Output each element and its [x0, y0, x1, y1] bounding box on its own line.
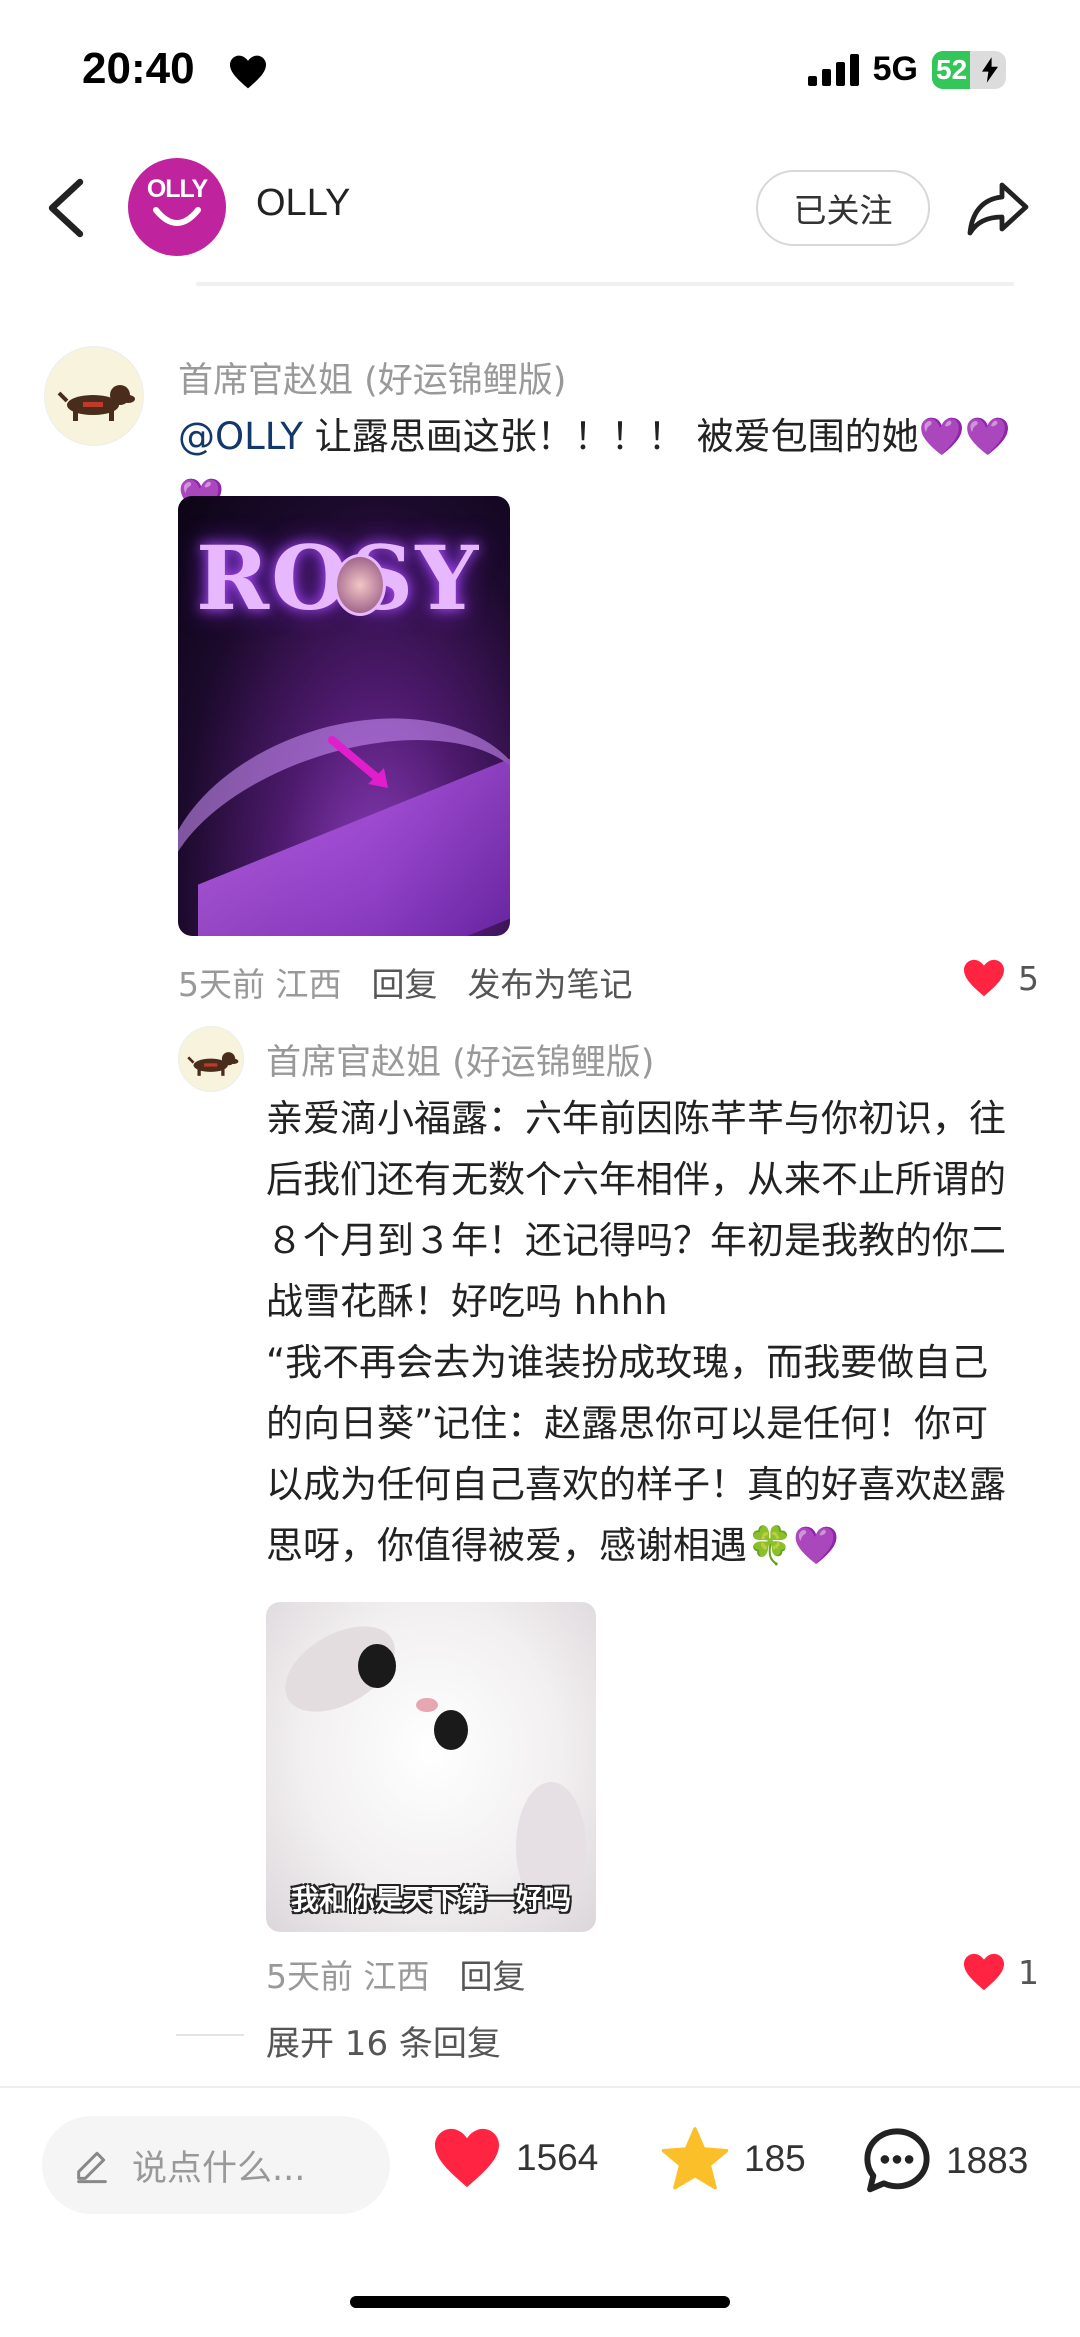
mention-link[interactable]: @OLLY	[178, 415, 303, 458]
bunny-nose	[416, 1698, 438, 1712]
smile-logo-icon	[153, 207, 201, 226]
signal-icon	[807, 53, 859, 86]
share-icon[interactable]	[966, 180, 1030, 238]
reply-text-line: 战雪花酥！好吃吗 hhhh	[266, 1280, 668, 1323]
comment-username[interactable]: 首席官赵姐 (好运锦鲤版)	[178, 352, 566, 403]
reply-text-line: 后我们还有无数个六年相伴，从来不止所谓的	[266, 1158, 1006, 1201]
heart-icon	[964, 959, 1004, 997]
status-right: 5G 52	[807, 50, 1006, 89]
comment-count: 1883	[946, 2140, 1029, 2181]
status-bar: 20:40 5G 52	[0, 0, 1080, 140]
bunny-eye-right	[434, 1710, 468, 1750]
like-button[interactable]: 1564	[432, 2126, 598, 2190]
reply-image-caption: 我和你是天下第一好吗	[290, 1883, 571, 1916]
comment-like-button[interactable]: 5	[962, 958, 1039, 998]
comment-input[interactable]: 说点什么...	[42, 2116, 390, 2214]
network-type: 5G	[872, 50, 918, 88]
reply-text-line: ８个月到３年！还记得吗？年初是我教的你二	[266, 1219, 1006, 1262]
expand-replies-button[interactable]: 展开 16 条回复	[266, 2016, 501, 2065]
collect-button[interactable]: 185	[660, 2126, 806, 2192]
reply-reply-button[interactable]: 回复	[460, 1950, 526, 1998]
reply-meta: 5天前 江西 回复	[266, 1950, 526, 1998]
reply-text-line: 以成为任何自己喜欢的样子！真的好喜欢赵露	[266, 1463, 1006, 1506]
comments-button[interactable]: 1883	[862, 2126, 1028, 2196]
image-arrow-icon	[328, 736, 388, 788]
reply-image[interactable]: 我和你是天下第一好吗	[266, 1602, 596, 1932]
reply-text-line: 思呀，你值得被爱，感谢相遇🍀💜	[266, 1524, 840, 1567]
expand-line	[176, 2034, 244, 2036]
follow-button[interactable]: 已关注	[756, 170, 930, 246]
reply-button[interactable]: 回复	[372, 958, 438, 1006]
like-count: 1564	[516, 2137, 599, 2178]
heart-icon	[964, 1953, 1004, 1991]
reply-avatar[interactable]	[178, 1026, 244, 1092]
bunny-eye-left	[358, 1644, 396, 1688]
home-indicator[interactable]	[350, 2296, 730, 2308]
reply-text-line: 的向日葵”记住：赵露思你可以是任何！你可	[266, 1402, 989, 1445]
reply-text: 亲爱滴小福露：六年前因陈芊芊与你初识，往 后我们还有无数个六年相伴，从来不止所谓…	[266, 1088, 1056, 1576]
heart-icon	[435, 2128, 499, 2188]
dachshund-icon	[57, 385, 135, 421]
chat-bubble-icon	[864, 2128, 930, 2193]
publish-as-note-button[interactable]: 发布为笔记	[468, 958, 633, 1006]
comment-time: 5天前 江西	[178, 965, 342, 1004]
brand-avatar[interactable]: OLLY	[128, 158, 226, 256]
divider	[196, 282, 1014, 286]
reply-text-line: 亲爱滴小福露：六年前因陈芊芊与你初识，往	[266, 1097, 1006, 1140]
dachshund-icon	[187, 1052, 239, 1076]
pencil-icon	[77, 2151, 107, 2184]
reply-username[interactable]: 首席官赵姐 (好运锦鲤版)	[266, 1034, 654, 1085]
image-portrait	[334, 554, 386, 616]
reply-text-line: “我不再会去为谁装扮成玫瑰，而我要做自己	[266, 1341, 989, 1384]
comment-like-count: 5	[1018, 958, 1039, 998]
page-title[interactable]: OLLY	[256, 182, 350, 225]
commenter-avatar[interactable]	[44, 346, 144, 446]
brand-logo-text: OLLY	[146, 175, 208, 203]
battery-icon: 52	[932, 50, 1006, 89]
star-count: 185	[744, 2138, 806, 2179]
star-icon	[661, 2127, 729, 2190]
heart-status-icon	[230, 55, 266, 89]
comment-image[interactable]: ROSY	[178, 496, 510, 936]
status-time: 20:40	[82, 44, 195, 93]
back-arrow-icon[interactable]	[44, 178, 88, 238]
reply-like-button[interactable]: 1	[962, 1952, 1039, 1992]
charging-bolt-icon	[982, 56, 998, 83]
comment-input-placeholder: 说点什么...	[132, 2148, 306, 2189]
bottom-bar: 说点什么... 1564 185 1883	[0, 2088, 1080, 2248]
battery-percent: 52	[936, 53, 968, 85]
reply-time: 5天前 江西	[266, 1957, 430, 1996]
comment-meta: 5天前 江西 回复 发布为笔记	[178, 958, 633, 1006]
reply-like-count: 1	[1018, 1952, 1039, 1992]
header: OLLY OLLY 已关注	[0, 150, 1080, 266]
